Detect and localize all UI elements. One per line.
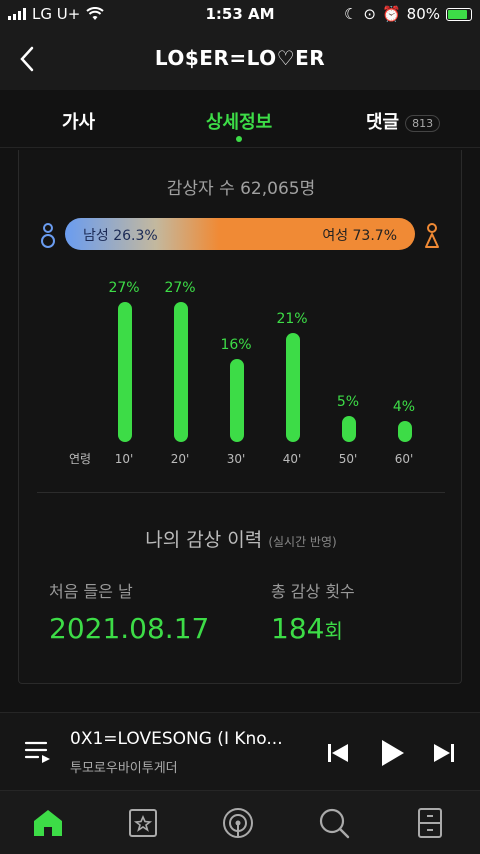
history-title-text: 나의 감상 이력 (145, 529, 263, 551)
age-bar-fill (398, 421, 412, 442)
age-bar-value: 5% (336, 394, 360, 411)
male-icon (41, 223, 55, 248)
play-icon[interactable] (376, 737, 408, 769)
male-ratio: 남성 26.3% (83, 228, 158, 244)
first-listen-label: 처음 들은 날 (49, 582, 133, 601)
search-icon[interactable] (316, 805, 352, 841)
active-tab-indicator (236, 136, 243, 142)
age-bar-2: 16% 30' (216, 270, 256, 470)
status-bar: LG U+ 1:53 AM ☾ ⊙ ⏰ 80% (0, 0, 480, 28)
age-bar-1: 27% 20' (160, 270, 200, 470)
female-ratio: 여성 73.7% (322, 228, 397, 244)
status-right: ☾ ⊙ ⏰ 80% (344, 5, 472, 23)
bottom-nav (0, 790, 480, 854)
age-bar-value: 27% (164, 280, 196, 296)
play-count-number: 184 (271, 612, 325, 645)
moon-icon: ☾ (343, 5, 358, 23)
age-tick-label: 20' (170, 452, 190, 466)
header: LO$ER=LO♡ER (0, 28, 480, 90)
age-bar-fill (286, 333, 300, 442)
tab-label: 상세정보 (206, 112, 273, 133)
play-count-label: 총 감상 횟수 (271, 582, 355, 601)
age-tick-label: 60' (394, 452, 414, 466)
battery-icon (446, 7, 472, 21)
divider (37, 492, 445, 493)
tab-details[interactable]: 상세정보 (206, 108, 273, 142)
playlist-icon[interactable] (24, 739, 52, 765)
age-tick-label: 10' (114, 452, 134, 466)
play-count-unit: 회 (324, 619, 343, 643)
tab-label: 댓글 (366, 112, 400, 133)
age-bar-fill (342, 416, 356, 442)
age-bar-0: 27% 10' (104, 270, 144, 470)
age-tick-label: 40' (282, 452, 302, 466)
tab-lyrics[interactable]: 가사 (62, 108, 95, 134)
age-bar-value: 16% (220, 337, 252, 354)
artist-name[interactable]: 투모로우바이투게더 (70, 757, 178, 776)
next-icon[interactable] (428, 737, 460, 769)
mini-player[interactable]: 0X1=LOVESONG (I Kno... 투모로우바이투게더 (0, 712, 480, 790)
age-chart: 연령 27% 10' 27% 20' 16% 30' 21% 40' 5% 50' 4% 60' (19, 270, 463, 470)
details-card: 감상자 수 62,065명 남성 26.3% 여성 73.7% 연령 27% 10… (18, 150, 462, 684)
age-bar-3: 21% 40' (272, 270, 312, 470)
age-bar-5: 4% 60' (384, 270, 424, 470)
alarm-icon: ⏰ (381, 5, 401, 23)
first-listen-date: 2021.08.17 (49, 612, 210, 645)
page-title: LO$ER=LO♡ER (154, 46, 326, 70)
tab-comments[interactable]: 댓글 813 (366, 108, 441, 134)
gender-ratio-bar: 남성 26.3% 여성 73.7% (65, 218, 415, 250)
age-bar-fill (174, 302, 188, 442)
library-icon[interactable] (125, 805, 161, 841)
age-bar-value: 27% (108, 280, 140, 296)
age-bar-4: 5% 50' (328, 270, 368, 470)
battery-percent: 80% (406, 5, 440, 23)
age-bar-value: 4% (392, 399, 416, 416)
age-bar-fill (230, 359, 244, 442)
tab-label: 가사 (62, 112, 96, 133)
history-title: 나의 감상 이력 (실시간 반영) (19, 525, 463, 552)
age-tick-label: 30' (226, 452, 246, 466)
tab-bar: 가사 상세정보 댓글 813 (0, 90, 480, 148)
home-icon[interactable] (30, 805, 66, 841)
age-tick-label: 50' (338, 452, 358, 466)
age-bar-value: 21% (276, 311, 308, 328)
song-title[interactable]: 0X1=LOVESONG (I Kno... (70, 729, 300, 749)
listener-count: 감상자 수 62,065명 (166, 179, 316, 199)
rotation-lock-icon: ⊙ (363, 5, 376, 23)
age-axis-label: 연령 (69, 452, 92, 466)
history-subtitle: (실시간 반영) (268, 535, 337, 549)
podcast-icon[interactable] (220, 805, 256, 841)
female-icon (425, 223, 439, 248)
storage-icon[interactable] (412, 805, 448, 841)
play-count-value: 184회 (271, 612, 343, 645)
age-bar-fill (118, 302, 132, 442)
comment-count-badge: 813 (405, 114, 441, 132)
previous-icon[interactable] (322, 737, 354, 769)
